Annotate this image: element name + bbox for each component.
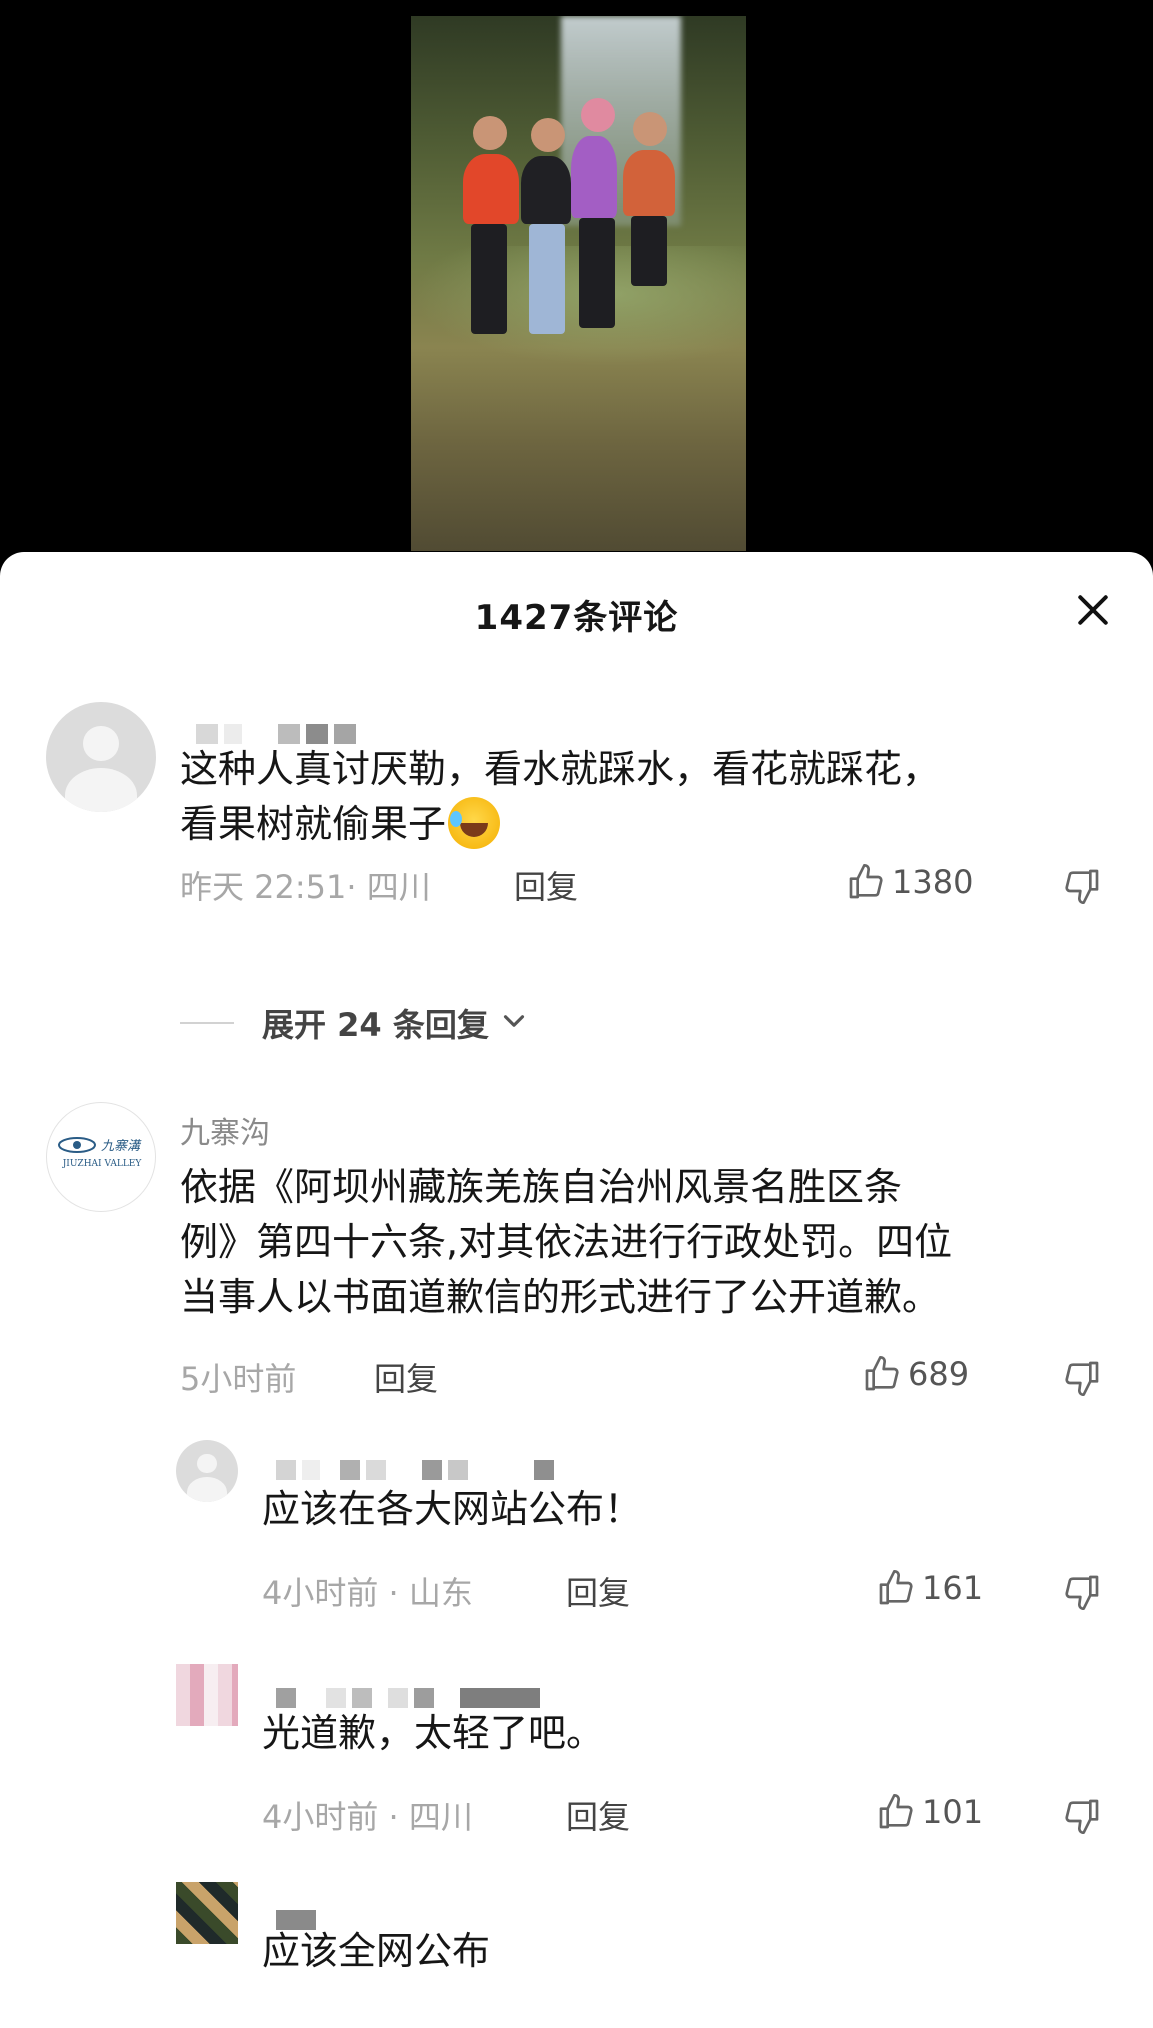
comment-body: 依据《阿坝州藏族羌族自治州风景名胜区条 例》第四十六条,对其依法进行行政处罚。四… (180, 1165, 953, 1319)
person-4 (623, 112, 675, 286)
username[interactable]: 九寨沟 (180, 1108, 270, 1152)
dislike-icon[interactable] (1062, 1358, 1102, 1398)
video-player[interactable] (0, 0, 1153, 560)
like-button[interactable]: 161 (876, 1568, 983, 1608)
username-obscured (196, 724, 356, 744)
dislike-icon[interactable] (1062, 1796, 1102, 1836)
thumbs-up-icon (876, 1568, 916, 1608)
person-3 (571, 98, 617, 328)
reply-body: 光道歉，太轻了吧。 (262, 1711, 605, 1755)
close-icon[interactable] (1073, 590, 1113, 630)
laughing-emoji-icon (448, 796, 501, 849)
person-1 (463, 116, 519, 334)
jiuzhai-logo: 九寨溝 (57, 1135, 145, 1154)
video-frame[interactable] (411, 16, 746, 551)
avatar-jiuzhai[interactable]: 九寨溝 JIUZHAI VALLEY (46, 1102, 156, 1212)
comment-body: 这种人真讨厌勒，看水就踩水，看花就踩花， 看果树就偷果子 (180, 742, 1100, 853)
avatar[interactable] (176, 1664, 238, 1726)
username-obscured (276, 1460, 554, 1480)
reply-meta: 4小时前 · 四川 (262, 1798, 473, 1836)
thumbs-up-icon (862, 1354, 902, 1394)
avatar[interactable] (176, 1440, 238, 1502)
reply-button[interactable]: 回复 (566, 1568, 630, 1614)
like-button[interactable]: 689 (862, 1354, 969, 1394)
like-count: 101 (922, 1793, 984, 1831)
like-count: 161 (922, 1569, 984, 1607)
reply-button[interactable]: 回复 (374, 1354, 438, 1400)
username-obscured (276, 1688, 540, 1708)
like-count: 689 (908, 1355, 970, 1393)
comment-panel: 1427条评论 这种人真讨厌勒，看水就踩水，看花就踩花， 看果树就偷果子 昨天 … (0, 552, 1153, 2028)
avatar[interactable] (46, 702, 156, 812)
reply-button[interactable]: 回复 (514, 862, 578, 908)
expand-replies-button[interactable]: 展开 24 条回复 (180, 1000, 531, 1046)
reply-button[interactable]: 回复 (566, 1792, 630, 1838)
comment-meta: 昨天 22:51· 四川 (180, 868, 431, 906)
dislike-icon[interactable] (1062, 1572, 1102, 1612)
comment-meta: 5小时前 (180, 1360, 297, 1398)
comment-count-title: 1427条评论 (474, 598, 679, 638)
like-button[interactable]: 1380 (846, 862, 973, 902)
reply-body: 应该在各大网站公布！ (262, 1487, 643, 1531)
avatar[interactable] (176, 1882, 238, 1944)
reply-body: 应该全网公布 (262, 1929, 491, 1973)
reply-meta: 4小时前 · 山东 (262, 1574, 473, 1612)
thumbs-up-icon (846, 862, 886, 902)
thumbs-up-icon (876, 1792, 916, 1832)
dislike-icon[interactable] (1062, 866, 1102, 906)
chevron-down-icon (497, 1004, 531, 1042)
divider-line (180, 1022, 234, 1024)
like-count: 1380 (892, 863, 974, 901)
like-button[interactable]: 101 (876, 1792, 983, 1832)
person-2 (521, 118, 571, 334)
